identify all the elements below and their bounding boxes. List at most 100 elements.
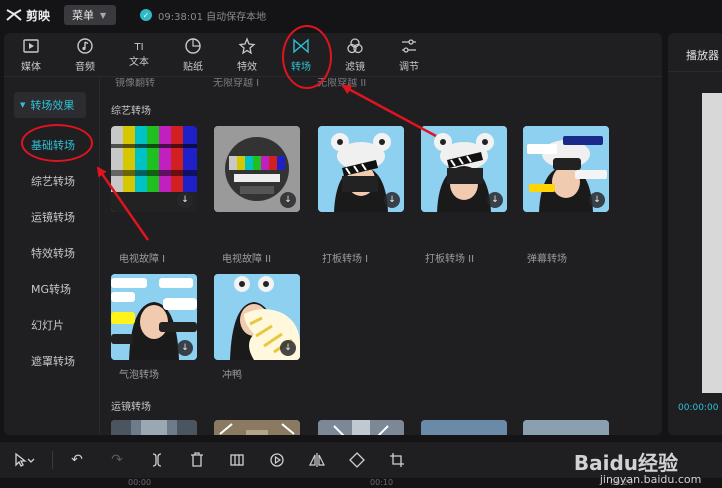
- split-icon: [152, 453, 162, 467]
- delete-button[interactable]: [177, 452, 217, 468]
- asset-toolbar: 媒体 音频 TI 文本 贴纸 特效 转场 滤镜 调节: [4, 33, 662, 77]
- undo-button[interactable]: ↶: [57, 452, 97, 468]
- nav-item-variety[interactable]: 综艺转场: [31, 173, 75, 189]
- text-icon: TI: [134, 42, 144, 53]
- play-circle-icon: [270, 453, 284, 467]
- player-preview[interactable]: [702, 93, 722, 393]
- card-label: 镜像翻转: [115, 78, 155, 89]
- save-status-text: 09:38:01 自动保存本地: [158, 11, 267, 23]
- tab-text[interactable]: TI 文本: [112, 33, 166, 77]
- ruler-tick: 00:10: [370, 478, 394, 487]
- reverse-button[interactable]: [257, 452, 297, 468]
- transition-card-camera-5[interactable]: [523, 420, 609, 435]
- crop-button[interactable]: [377, 452, 417, 468]
- card-label: 打板转场 II: [425, 254, 475, 265]
- adjust-icon: [402, 39, 416, 53]
- tab-adjust-label: 调节: [399, 62, 419, 73]
- nav-item-effect[interactable]: 特效转场: [31, 245, 75, 261]
- tab-text-label: 文本: [129, 57, 149, 68]
- tab-adjust[interactable]: 调节: [382, 33, 436, 77]
- caret-down-icon: ▼: [20, 101, 26, 109]
- download-icon[interactable]: ↓: [487, 192, 503, 208]
- tab-sticker-label: 贴纸: [183, 62, 203, 73]
- card-label: 弹幕转场: [527, 254, 567, 265]
- pull-street-thumbnail: [318, 420, 404, 435]
- capcut-logo-icon: [6, 9, 22, 21]
- watermark-sub: jingyan.baidu.com: [599, 473, 702, 486]
- zoom-street-thumbnail: [214, 420, 300, 435]
- download-icon[interactable]: ↓: [280, 340, 296, 356]
- freeze-button[interactable]: [217, 452, 257, 468]
- download-icon[interactable]: ↓: [177, 192, 193, 208]
- undo-icon: ↶: [71, 452, 83, 468]
- category-header[interactable]: ▼ 转场效果: [14, 92, 86, 118]
- transition-card-bubble[interactable]: ↓: [111, 274, 197, 360]
- tab-sticker[interactable]: 贴纸: [166, 33, 220, 77]
- spin-street-thumbnail: [523, 420, 609, 435]
- title-bar: 剪映 菜单 ▼ ✓ 09:38:01 自动保存本地: [0, 0, 722, 30]
- menu-label: 菜单: [72, 9, 95, 22]
- transition-card-camera-1[interactable]: [111, 420, 197, 435]
- transition-card-tv-glitch-2[interactable]: ↓: [214, 126, 300, 212]
- tab-media[interactable]: 媒体: [4, 33, 58, 77]
- city-street-thumbnail: [111, 420, 197, 435]
- toolbar-separator: [52, 451, 53, 469]
- crop-icon: [390, 453, 404, 467]
- player-panel: 播放器 00:00:00: [668, 33, 722, 435]
- watermark-main-text: Baidu经验: [573, 451, 678, 475]
- transition-card-tv-glitch-1[interactable]: ↓: [111, 126, 197, 212]
- rotate-button[interactable]: [337, 452, 377, 468]
- transition-grid: 镜像翻转 无限穿越 I 无限穿越 II 综艺转场 ↓ 电视故障 I ↓ 电视故障…: [101, 78, 662, 435]
- freeze-frame-icon: [230, 454, 244, 466]
- tab-effect[interactable]: 特效: [220, 33, 274, 77]
- app-name: 剪映: [26, 8, 51, 23]
- transition-card-camera-3[interactable]: [318, 420, 404, 435]
- player-divider: [668, 71, 722, 72]
- sticker-icon: [185, 38, 201, 54]
- annotation-circle-transition-tab: [282, 25, 332, 89]
- transition-card-clapper-1[interactable]: ↓: [318, 126, 404, 212]
- mirror-button[interactable]: [297, 452, 337, 468]
- tab-audio[interactable]: 音频: [58, 33, 112, 77]
- card-label: 冲鸭: [222, 370, 242, 381]
- tab-filter[interactable]: 滤镜: [328, 33, 382, 77]
- card-label: 无限穿越 I: [213, 78, 260, 89]
- split-button[interactable]: [137, 452, 177, 468]
- download-icon[interactable]: ↓: [280, 192, 296, 208]
- nav-item-mask[interactable]: 遮罩转场: [31, 353, 75, 369]
- save-status: ✓ 09:38:01 自动保存本地: [140, 8, 266, 23]
- transition-card-barrage[interactable]: ↓: [523, 126, 609, 212]
- download-icon[interactable]: ↓: [384, 192, 400, 208]
- transition-card-duck-rush[interactable]: ↓: [214, 274, 300, 360]
- redo-button[interactable]: ↷: [97, 452, 137, 468]
- chevron-down-icon: ▼: [100, 10, 107, 20]
- download-icon[interactable]: ↓: [177, 340, 193, 356]
- select-tool-button[interactable]: [0, 452, 48, 468]
- watermark-main: Baidu经验: [574, 447, 678, 476]
- card-label: 电视故障 I: [119, 254, 166, 265]
- trash-icon: [191, 452, 203, 467]
- filter-icon: [347, 38, 363, 54]
- nav-item-mg[interactable]: MG转场: [31, 281, 71, 297]
- blur-street-thumbnail: [421, 420, 507, 435]
- transition-card-camera-2[interactable]: [214, 420, 300, 435]
- scrolled-labels-row: 镜像翻转 无限穿越 I 无限穿越 II: [115, 78, 424, 89]
- audio-icon: [77, 38, 93, 54]
- card-label: 电视故障 II: [222, 254, 272, 265]
- redo-icon: ↷: [111, 452, 123, 468]
- nav-item-camera[interactable]: 运镜转场: [31, 209, 75, 225]
- download-icon[interactable]: ↓: [589, 192, 605, 208]
- menu-button[interactable]: 菜单 ▼: [64, 5, 117, 25]
- app-logo: 剪映: [6, 7, 50, 24]
- nav-item-slideshow[interactable]: 幻灯片: [31, 317, 64, 333]
- cursor-icon: [15, 452, 35, 467]
- section-title-camera: 运镜转场: [111, 402, 151, 413]
- check-icon: ✓: [140, 9, 153, 21]
- tab-media-label: 媒体: [21, 62, 41, 73]
- assets-panel: 媒体 音频 TI 文本 贴纸 特效 转场 滤镜 调节 ▼ 转场效果 基础转场 综…: [4, 33, 662, 435]
- media-icon: [23, 39, 39, 53]
- player-title: 播放器: [686, 49, 719, 62]
- transition-card-clapper-2[interactable]: ↓: [421, 126, 507, 212]
- card-label: 打板转场 I: [322, 254, 369, 265]
- transition-card-camera-4[interactable]: [421, 420, 507, 435]
